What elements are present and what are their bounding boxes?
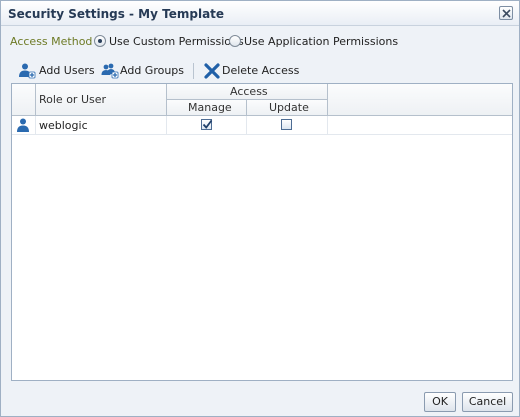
row-update-cell bbox=[247, 116, 328, 135]
add-groups-label: Add Groups bbox=[120, 64, 185, 77]
row-manage-cell bbox=[167, 116, 247, 135]
close-button[interactable] bbox=[499, 6, 513, 20]
security-settings-dialog: Security Settings - My Template Access M… bbox=[0, 0, 520, 417]
add-group-icon bbox=[101, 63, 119, 79]
add-user-icon bbox=[19, 63, 36, 79]
column-header-manage[interactable]: Manage bbox=[167, 100, 247, 116]
dialog-title: Security Settings - My Template bbox=[8, 7, 225, 21]
access-method-label: Access Method bbox=[10, 35, 93, 48]
column-header-filler bbox=[328, 84, 512, 116]
custom-permissions-radio[interactable] bbox=[94, 35, 106, 47]
add-groups-button[interactable]: Add Groups bbox=[101, 61, 187, 81]
add-users-label: Add Users bbox=[39, 64, 95, 77]
column-header-update[interactable]: Update bbox=[247, 100, 328, 116]
add-users-button[interactable]: Add Users bbox=[18, 61, 96, 81]
application-permissions-label[interactable]: Use Application Permissions bbox=[244, 35, 398, 48]
row-filler-cell bbox=[328, 116, 512, 135]
custom-permissions-label[interactable]: Use Custom Permissions bbox=[109, 35, 244, 48]
close-icon bbox=[502, 9, 511, 18]
row-icon-cell bbox=[12, 116, 36, 135]
column-header-access: Access bbox=[167, 84, 328, 100]
toolbar-separator bbox=[193, 63, 194, 79]
user-icon bbox=[17, 118, 29, 132]
row-name: weblogic bbox=[39, 119, 88, 132]
ok-button[interactable]: OK bbox=[424, 392, 456, 412]
access-header-label: Access bbox=[230, 85, 268, 98]
row-name-cell: weblogic bbox=[36, 116, 167, 135]
update-checkbox[interactable] bbox=[281, 119, 292, 130]
delete-access-label: Delete Access bbox=[222, 64, 300, 77]
column-header-role[interactable]: Role or User bbox=[36, 84, 167, 116]
toolbar: Add Users Add Groups Delete Access bbox=[10, 61, 510, 81]
role-header-label: Role or User bbox=[39, 93, 107, 106]
delete-icon bbox=[204, 63, 220, 79]
checkmark-icon bbox=[202, 119, 213, 129]
cancel-button[interactable]: Cancel bbox=[462, 392, 513, 412]
manage-checkbox[interactable] bbox=[201, 119, 213, 130]
column-header-select bbox=[12, 84, 36, 116]
manage-header-label: Manage bbox=[188, 101, 232, 114]
application-permissions-radio[interactable] bbox=[229, 35, 241, 47]
update-header-label: Update bbox=[269, 101, 309, 114]
delete-access-button[interactable]: Delete Access bbox=[204, 61, 300, 81]
table-row[interactable]: weblogic bbox=[12, 116, 512, 135]
permissions-table: Role or User Access Manage Update weblog… bbox=[11, 83, 513, 381]
dialog-titlebar: Security Settings - My Template bbox=[1, 1, 519, 26]
